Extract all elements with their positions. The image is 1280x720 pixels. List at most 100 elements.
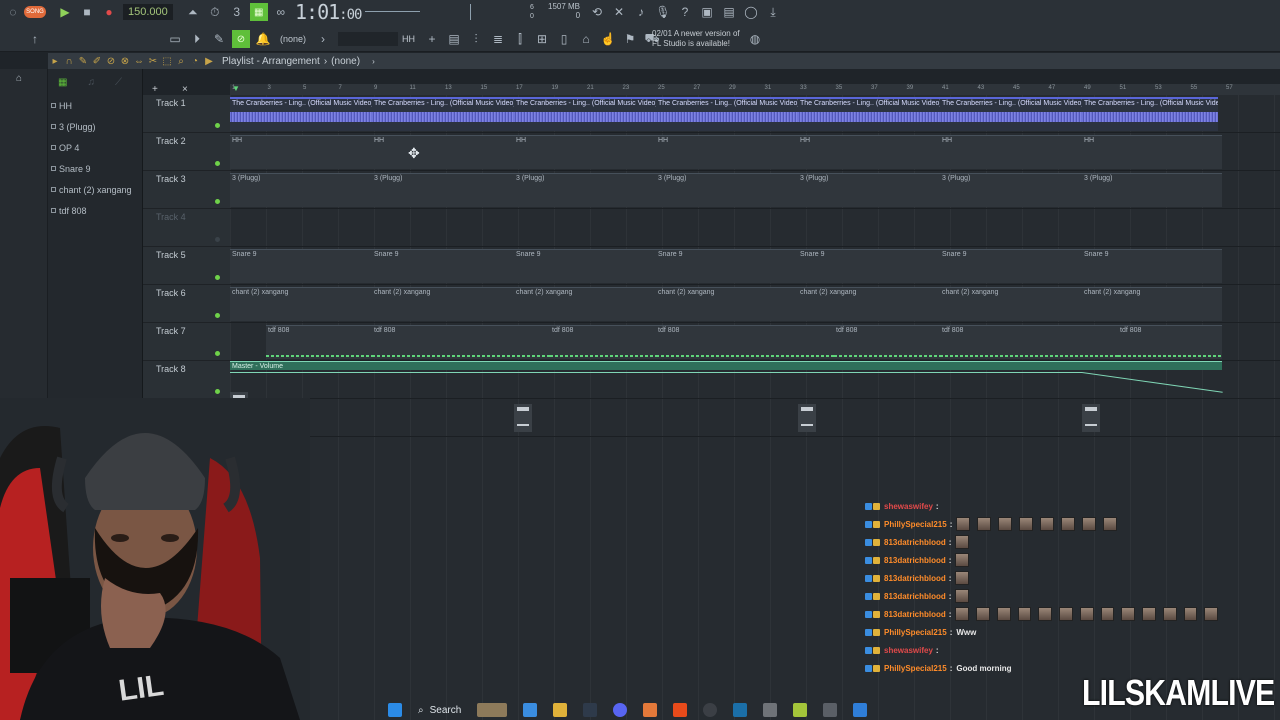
picker-item[interactable]: tdf 808: [48, 200, 142, 221]
playhead-marker[interactable]: ▼: [232, 84, 240, 93]
track-header[interactable]: Track 7: [143, 323, 230, 361]
small-pattern-clip[interactable]: [514, 404, 532, 432]
pattern-selector[interactable]: [338, 32, 399, 46]
file-explorer-icon[interactable]: [553, 703, 568, 717]
automation-clip[interactable]: Master - Volume: [230, 361, 1222, 370]
pattern-clip[interactable]: Snare 9: [372, 249, 514, 283]
discord-icon[interactable]: [613, 703, 628, 717]
pattern-clip[interactable]: 3 (Plugg): [230, 173, 372, 207]
mute-icon[interactable]: ⊗: [118, 56, 132, 67]
automation-icon[interactable]: ⟋: [115, 77, 122, 88]
pattern-clip[interactable]: 3 (Plugg): [656, 173, 798, 207]
tools-icon[interactable]: ✕: [610, 3, 628, 21]
touch-icon[interactable]: ☝: [599, 30, 617, 48]
pencil-icon[interactable]: ✎: [210, 30, 228, 48]
pattern-clip[interactable]: Snare 9: [940, 249, 1082, 283]
playlist-icon[interactable]: ▤: [445, 30, 463, 48]
undo-icon[interactable]: ⟲: [588, 3, 606, 21]
master-pitch-slider[interactable]: [470, 4, 471, 20]
track-mute-led[interactable]: [215, 275, 220, 280]
audio-clip[interactable]: The Cranberries - Ling.. (Official Music…: [1082, 97, 1218, 131]
master-volume-slider[interactable]: [365, 11, 420, 12]
chat-icon[interactable]: ◯: [742, 3, 760, 21]
pattern-clip[interactable]: tdf 808: [550, 325, 656, 359]
mixer-icon[interactable]: ⫿: [511, 30, 529, 48]
track-mute-led[interactable]: [215, 199, 220, 204]
track-header[interactable]: Track 3: [143, 171, 230, 209]
audio-clip[interactable]: The Cranberries - Ling.. (Official Music…: [798, 97, 940, 131]
pattern-clip[interactable]: HH: [514, 135, 656, 169]
play-small-icon[interactable]: ›: [314, 30, 332, 48]
picker-item[interactable]: HH: [48, 95, 142, 116]
app-icon[interactable]: [763, 703, 778, 717]
track-lane[interactable]: Master - Volume: [230, 361, 1280, 399]
slice-icon[interactable]: ✂: [146, 56, 160, 67]
delete-icon[interactable]: ⊘: [104, 56, 118, 67]
paint-icon[interactable]: ✐: [90, 56, 104, 67]
update-notice[interactable]: 02/01 A newer version of FL Studio is av…: [652, 29, 740, 49]
plugin-icon[interactable]: ▤: [720, 3, 738, 21]
pattern-clip[interactable]: HH: [940, 135, 1082, 169]
snap-icon[interactable]: ⊘: [232, 30, 250, 48]
track-header[interactable]: Track 6: [143, 285, 230, 323]
pattern-clip[interactable]: 3 (Plugg): [940, 173, 1082, 207]
pattern-clip[interactable]: Snare 9: [230, 249, 372, 283]
arrow-icon[interactable]: ↑: [26, 30, 44, 48]
song-mode-toggle[interactable]: SONG: [24, 6, 46, 18]
picker-item[interactable]: Snare 9: [48, 158, 142, 179]
track-lane[interactable]: HH HH HH HH HH HH HH: [230, 133, 1280, 171]
track-mute-led[interactable]: [215, 123, 220, 128]
track-lane[interactable]: The Cranberries - Ling.. (Official Music…: [230, 95, 1280, 133]
next-icon[interactable]: ⏵: [188, 30, 206, 48]
pattern-clip[interactable]: HH: [1082, 135, 1222, 169]
picker-item[interactable]: 3 (Plugg): [48, 116, 142, 137]
zoom-icon[interactable]: ⌕: [174, 56, 188, 67]
pattern-icon[interactable]: ▦: [58, 77, 67, 88]
playback-icon[interactable]: ◔: [188, 56, 202, 67]
menu-icon[interactable]: ◌: [4, 3, 22, 21]
pattern-clip[interactable]: 3 (Plugg): [1082, 173, 1222, 207]
help-icon[interactable]: ?: [676, 3, 694, 21]
track-lane[interactable]: [230, 209, 1280, 247]
record-icon[interactable]: ●: [100, 3, 118, 21]
play-arrow-icon[interactable]: ▶: [202, 56, 216, 67]
pattern-clip[interactable]: HH: [230, 135, 372, 169]
pattern-clip[interactable]: Snare 9: [514, 249, 656, 283]
pattern-clip[interactable]: tdf 808: [266, 325, 372, 359]
store-icon[interactable]: [583, 703, 598, 717]
pattern-clip[interactable]: chant (2) xangang: [1082, 287, 1222, 321]
pattern-clip[interactable]: Snare 9: [798, 249, 940, 283]
track-header[interactable]: Track 5: [143, 247, 230, 285]
picker-item[interactable]: chant (2) xangang: [48, 179, 142, 200]
browser-icon[interactable]: ⊞: [533, 30, 551, 48]
obs-icon[interactable]: [703, 703, 718, 717]
audio-clip[interactable]: The Cranberries - Ling.. (Official Music…: [940, 97, 1082, 131]
picker-item[interactable]: OP 4: [48, 137, 142, 158]
small-pattern-clip[interactable]: [1082, 404, 1100, 432]
mic-icon[interactable]: 🎙: [654, 3, 672, 21]
close-icon[interactable]: ×: [182, 84, 188, 95]
pattern-clip[interactable]: chant (2) xangang: [372, 287, 514, 321]
track-mute-led[interactable]: [215, 351, 220, 356]
metronome-icon[interactable]: ⏶: [184, 3, 202, 21]
menu-arrow-icon[interactable]: ▸: [48, 56, 62, 67]
steam-icon[interactable]: [733, 703, 748, 717]
tuner-icon[interactable]: ♪: [632, 3, 650, 21]
online-icon[interactable]: ◍: [746, 30, 764, 48]
nvidia-icon[interactable]: [793, 703, 808, 717]
snap-none[interactable]: (none): [280, 34, 306, 44]
track-lane[interactable]: [230, 392, 1280, 437]
download-icon[interactable]: ⤓: [764, 3, 782, 21]
track-lane[interactable]: tdf 808 tdf 808 tdf 808 tdf 808 tdf 808 tdf 8…: [230, 323, 1280, 361]
4k-icon[interactable]: [823, 703, 838, 717]
fl-studio-icon[interactable]: [643, 703, 658, 717]
copilot-icon[interactable]: [523, 703, 538, 717]
pattern-clip[interactable]: tdf 808: [940, 325, 1118, 359]
playlist-pattern[interactable]: (none): [331, 56, 360, 67]
pattern-clip[interactable]: HH: [798, 135, 940, 169]
windows-start-icon[interactable]: [388, 703, 402, 717]
channel-rack-icon[interactable]: ≣: [489, 30, 507, 48]
countdown-icon[interactable]: 3: [228, 3, 246, 21]
track-mute-led[interactable]: [215, 313, 220, 318]
track-lane[interactable]: chant (2) xangang chant (2) xangang chant …: [230, 285, 1280, 323]
